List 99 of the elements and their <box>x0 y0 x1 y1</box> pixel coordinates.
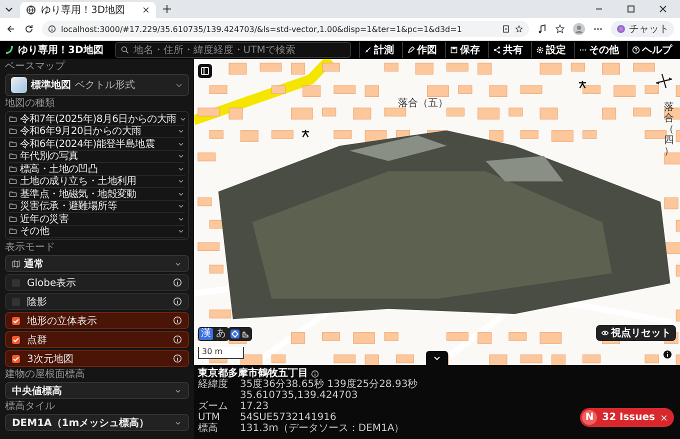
music-icon[interactable] <box>537 24 547 34</box>
info-label: ズーム <box>198 401 229 412</box>
info-icon[interactable] <box>173 335 182 344</box>
toggle-label: 点群 <box>27 334 48 346</box>
input-mode-toggle[interactable]: 漢 <box>199 328 213 340</box>
maximize-icon[interactable] <box>626 4 636 14</box>
place-name: 東京都多摩市鶴牧五丁目 <box>198 368 308 379</box>
checkbox[interactable] <box>12 316 20 324</box>
save-icon <box>450 46 458 54</box>
toggle-label: Globe表示 <box>27 276 78 290</box>
toggle-label: 地形の立体表示 <box>27 314 98 328</box>
info-value: 54SUE5732141916 <box>240 412 336 423</box>
map-type-item[interactable]: 災害伝承・避難場所等 <box>9 200 185 213</box>
map-type-item[interactable]: 令和6年(2024年)能登半島地震 <box>9 138 185 150</box>
back-icon[interactable] <box>6 24 16 34</box>
map-type-item[interactable]: 基準点・地磁気・地殻変動 <box>9 188 185 200</box>
map-type-item[interactable]: 標高・土地の凹凸 <box>9 163 185 176</box>
panel-icon <box>200 66 210 76</box>
info-icon[interactable] <box>173 278 182 287</box>
checkbox[interactable] <box>12 336 20 344</box>
close-icon[interactable] <box>142 6 150 14</box>
toggle-label: 陰影 <box>27 296 48 308</box>
reader-icon[interactable] <box>502 25 510 33</box>
check-icon <box>12 354 20 362</box>
tab-title: ゆり専用！3D地図 <box>41 4 126 17</box>
map-type-item[interactable]: その他 <box>9 226 185 238</box>
display-mode-select[interactable]: 通常 <box>5 255 189 272</box>
info-value: 131.3m（データソース：DEM1A） <box>240 423 404 434</box>
layer-toggle[interactable]: 3次元地図 <box>5 350 189 367</box>
info-icon[interactable] <box>173 354 182 363</box>
info-value: 35.610735,139.424703 <box>240 390 359 401</box>
layer-toggle[interactable]: Globe表示 <box>5 274 189 291</box>
map-thumbnail <box>11 77 27 93</box>
sidebar-toggle-button[interactable] <box>198 64 212 78</box>
section-heading: 地図の種類 <box>5 98 56 109</box>
map-symbol-icon <box>578 80 587 90</box>
checkbox[interactable] <box>12 354 20 362</box>
info-icon[interactable] <box>311 370 319 378</box>
issues-badge[interactable]: N 32 Issues <box>580 408 674 427</box>
star-icon[interactable] <box>515 25 523 33</box>
reload-icon[interactable] <box>24 24 34 34</box>
help-icon <box>632 46 640 54</box>
info-icon[interactable] <box>663 350 672 359</box>
collapse-button[interactable] <box>426 351 448 365</box>
share-icon <box>493 46 501 54</box>
map-symbol-icon <box>300 129 310 138</box>
place-label: 落合（四） <box>664 102 674 157</box>
globe-icon <box>26 5 36 15</box>
map-type-item[interactable]: 土地の成り立ち・土地利用 <box>9 176 185 188</box>
eye-icon <box>601 329 609 337</box>
section-heading: 建物の屋根面標高 <box>5 369 86 380</box>
app-title: ゆり専用！3D地図 <box>18 44 104 57</box>
settings-icon <box>536 46 544 54</box>
search-icon <box>121 46 130 54</box>
info-label: 経緯度 <box>198 379 229 392</box>
close-icon[interactable] <box>658 4 668 14</box>
roof-elevation-select[interactable]: 中央値標高 <box>5 382 189 399</box>
info-icon[interactable] <box>173 316 182 325</box>
compass-icon[interactable] <box>654 71 674 91</box>
layer-toggle[interactable]: 点群 <box>5 331 189 348</box>
section-heading: ベースマップ <box>5 61 66 72</box>
copilot-button[interactable]: チャット <box>611 21 674 37</box>
info-value: 35度36分38.65秒 139度25分28.93秒 <box>240 379 418 390</box>
info-icon[interactable] <box>173 297 182 306</box>
browser-tab[interactable]: ゆり専用！3D地図 <box>20 2 156 18</box>
place-label: 落合（五） <box>398 96 448 110</box>
basemap-select[interactable]: 標準地図 ベクトル形式 <box>5 74 189 96</box>
issues-label: 32 Issues <box>602 412 655 423</box>
favorites-icon[interactable] <box>555 24 565 34</box>
map-icon <box>12 260 20 268</box>
map-type-item[interactable]: 近年の災害 <box>9 213 185 226</box>
reset-view-button[interactable]: 視点リセット <box>596 325 676 341</box>
info-label: UTM <box>198 412 222 423</box>
scale-bar: 30 m <box>198 347 244 359</box>
map-type-item[interactable]: 年代別の写真 <box>9 150 185 163</box>
chevron-down-icon <box>175 81 183 89</box>
map-type-item[interactable]: 令和7年(2025年)8月6日からの大雨 <box>9 113 185 126</box>
toggle-label: 3次元地図 <box>27 352 74 366</box>
avatar-icon[interactable] <box>573 23 585 35</box>
layer-toggle[interactable]: 陰影 <box>5 293 189 310</box>
measure-icon <box>364 46 372 54</box>
elevation-tile-select[interactable]: DEM1A（1mメッシュ標高） <box>5 414 189 431</box>
check-icon <box>12 316 20 324</box>
logo-badge: N <box>582 410 598 425</box>
logo-icon <box>4 45 14 55</box>
locate-icon <box>230 329 250 339</box>
address-field[interactable]: localhost:3000/#17.229/35.610735/139.424703/&ls=std-vector,1.00&disp=1&ter=1&pc=1&d3d=1 <box>42 21 529 37</box>
map-type-item[interactable]: 令和6年9月20日からの大雨 <box>9 126 185 138</box>
info-label: 標高 <box>198 423 219 434</box>
input-mode-toggle[interactable]: あ <box>214 328 228 340</box>
layer-toggle[interactable]: 地形の立体表示 <box>5 312 189 329</box>
locate-button[interactable] <box>228 327 252 341</box>
section-heading: 表示モード <box>5 242 56 253</box>
section-heading: 標高タイル <box>5 401 56 412</box>
new-tab-icon[interactable] <box>162 4 172 14</box>
draw-icon <box>407 46 415 54</box>
info-icon <box>48 25 56 33</box>
check-icon <box>12 336 20 344</box>
info-value: 17.23 <box>240 401 269 412</box>
